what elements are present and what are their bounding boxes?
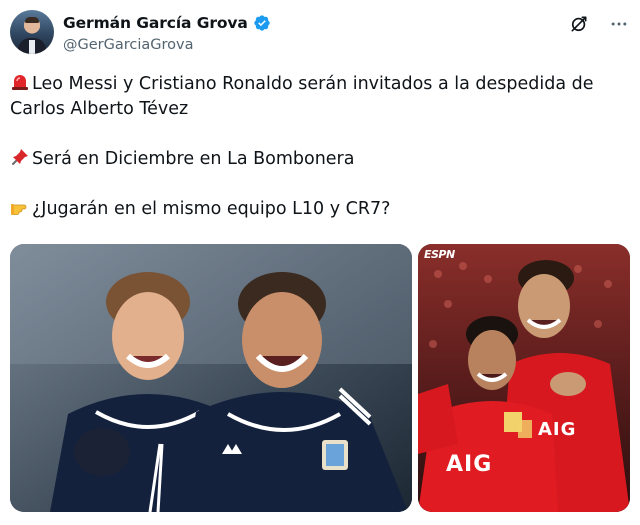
tweet-text: Leo Messi y Cristiano Ronaldo serán invi… <box>10 72 625 222</box>
author-handle[interactable]: @GerGarciaGrova <box>63 37 271 53</box>
pushpin-icon <box>10 147 30 167</box>
avatar-hair <box>25 17 39 23</box>
tweet-line-2: Será en Diciembre en La Bombonera <box>10 147 625 172</box>
tweet-media: ESPN AIG AIG <box>10 244 630 512</box>
more-icon[interactable] <box>608 13 630 35</box>
aig-sponsor-text-2: AIG <box>538 419 577 440</box>
photo-messi-tevez-illustration <box>10 244 412 512</box>
author-name-row: Germán García Grova <box>63 12 271 34</box>
aig-sponsor-text: AIG <box>446 452 493 477</box>
author-avatar[interactable] <box>10 10 54 54</box>
pointing-right-hand-icon <box>10 197 30 217</box>
tweet-line-3-text: ¿Jugarán en el mismo equipo L10 y CR7? <box>32 199 391 219</box>
tweet-line-1a-text: Leo Messi y Cristiano Ronaldo serán invi… <box>32 74 594 94</box>
verified-badge-icon <box>253 14 271 32</box>
tweet-line-2-text: Será en Diciembre en La Bombonera <box>32 149 355 169</box>
media-photo-tevez-ronaldo[interactable]: ESPN AIG AIG <box>418 244 630 512</box>
tweet-line-3: ¿Jugarán en el mismo equipo L10 y CR7? <box>10 197 625 222</box>
tweet-line-1b: Carlos Alberto Tévez <box>10 99 189 119</box>
author-display-name[interactable]: Germán García Grova <box>63 14 248 32</box>
tweet-line-1: Leo Messi y Cristiano Ronaldo serán invi… <box>10 72 625 97</box>
media-photo-messi-tevez[interactable] <box>10 244 412 512</box>
avatar-shirt <box>29 40 35 54</box>
siren-icon <box>10 72 30 92</box>
author-info: Germán García Grova @GerGarciaGrova <box>63 12 271 53</box>
grok-icon[interactable] <box>568 13 590 35</box>
tweet-header-actions <box>568 13 630 35</box>
espn-watermark: ESPN <box>424 248 455 261</box>
